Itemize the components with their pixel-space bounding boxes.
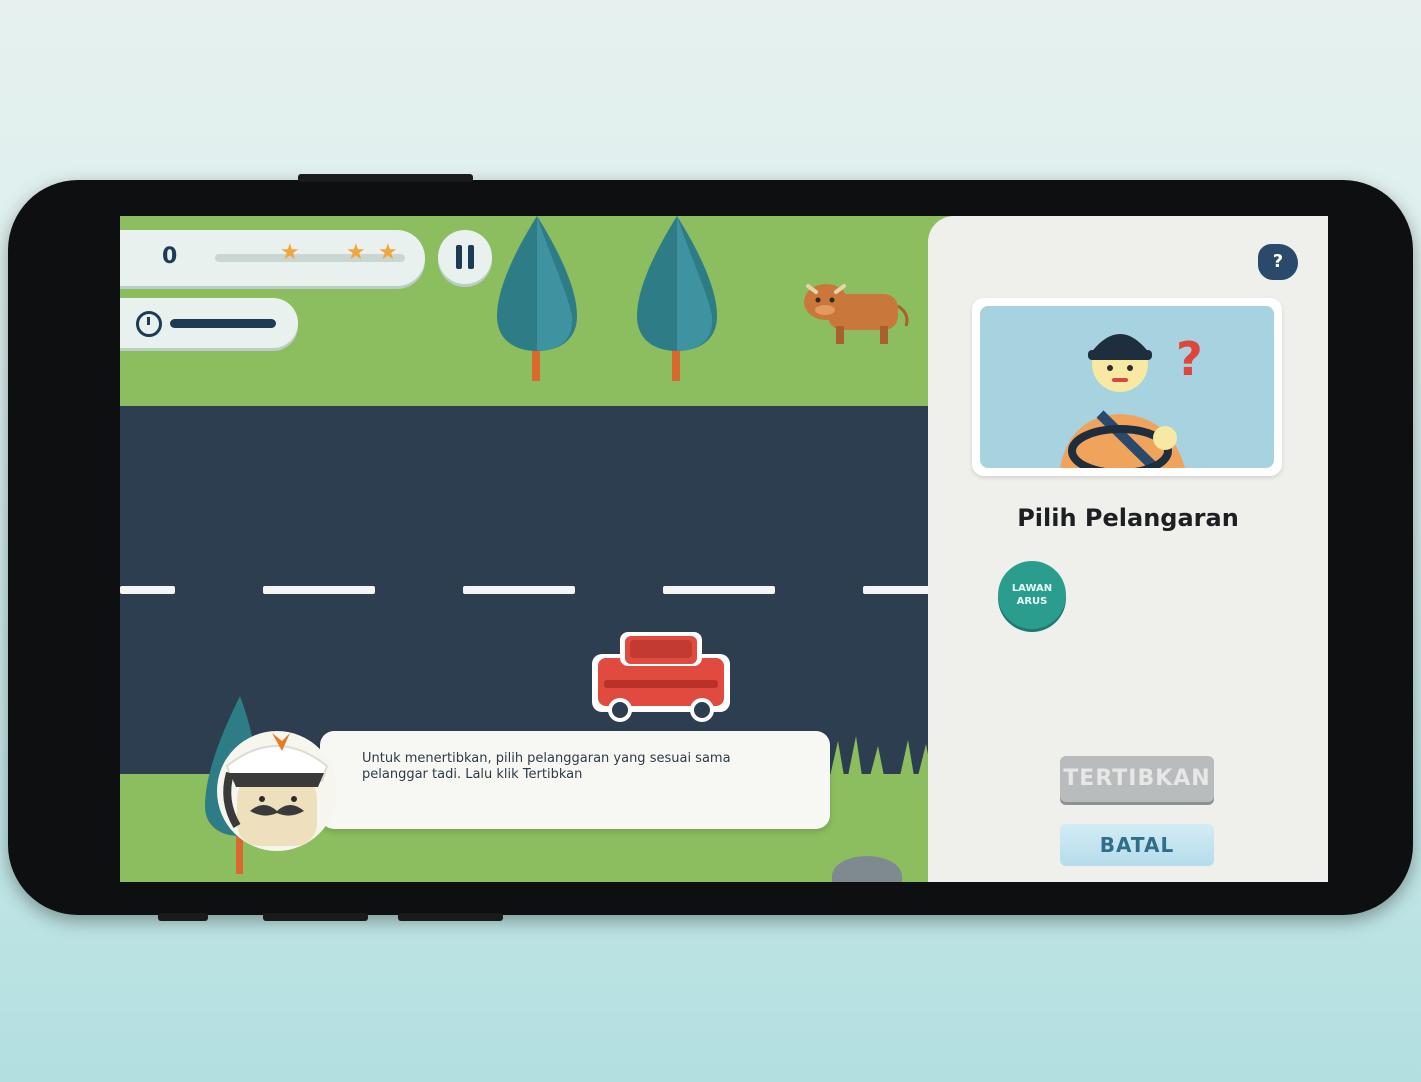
help-icon[interactable]: ? — [1258, 244, 1298, 280]
tree-1 — [497, 216, 577, 381]
star-icon: ★ — [346, 240, 366, 265]
game-screen: 0 ★ ★ ★ Untuk menertibkan, pilih pelangg… — [120, 216, 1328, 882]
panel-title: Pilih Pelangaran — [1017, 504, 1239, 532]
star-icon: ★ — [280, 240, 300, 265]
suspect-illustration: ? — [980, 306, 1274, 468]
phone-bottom-button-1 — [158, 913, 208, 921]
driver-illustration — [1060, 334, 1185, 468]
tertibkan-button[interactable]: TERTIBKAN — [1060, 756, 1214, 802]
violation-option-lawan-arus[interactable]: LAWAN ARUS — [998, 561, 1066, 629]
pause-button[interactable] — [438, 230, 492, 284]
cow — [804, 284, 909, 344]
red-car[interactable] — [590, 626, 732, 726]
lane-dash — [120, 586, 175, 594]
phone-bottom-button-2 — [263, 913, 368, 921]
pause-icon-bar-right — [468, 245, 474, 269]
score-value: 0 — [162, 244, 178, 269]
question-mark: ? — [1176, 332, 1203, 386]
phone-bottom-button-3 — [398, 913, 503, 921]
star-icon: ★ — [378, 240, 398, 265]
phone-top-button — [298, 174, 473, 182]
lane-dash — [263, 586, 375, 594]
suspect-card: ? — [972, 298, 1282, 476]
score-progress-track — [215, 254, 405, 262]
police-officer-avatar — [217, 731, 337, 851]
tree-2 — [637, 216, 717, 381]
violation-panel: ? ? Pilih Pelangaran LAWAN ARUS TERTIBKA… — [928, 216, 1328, 882]
lane-dash — [463, 586, 575, 594]
lane-dash — [663, 586, 775, 594]
pause-icon-bar-left — [456, 245, 462, 269]
timer-bar — [120, 298, 298, 348]
instruction-dialog: Untuk menertibkan, pilih pelanggaran yan… — [320, 731, 830, 829]
batal-button[interactable]: BATAL — [1060, 824, 1214, 866]
clock-icon — [136, 311, 162, 337]
grass-tufts — [830, 736, 932, 776]
instruction-text: Untuk menertibkan, pilih pelanggaran yan… — [362, 751, 731, 782]
timer-progress — [170, 319, 276, 328]
score-bar: 0 ★ ★ ★ — [120, 230, 425, 286]
